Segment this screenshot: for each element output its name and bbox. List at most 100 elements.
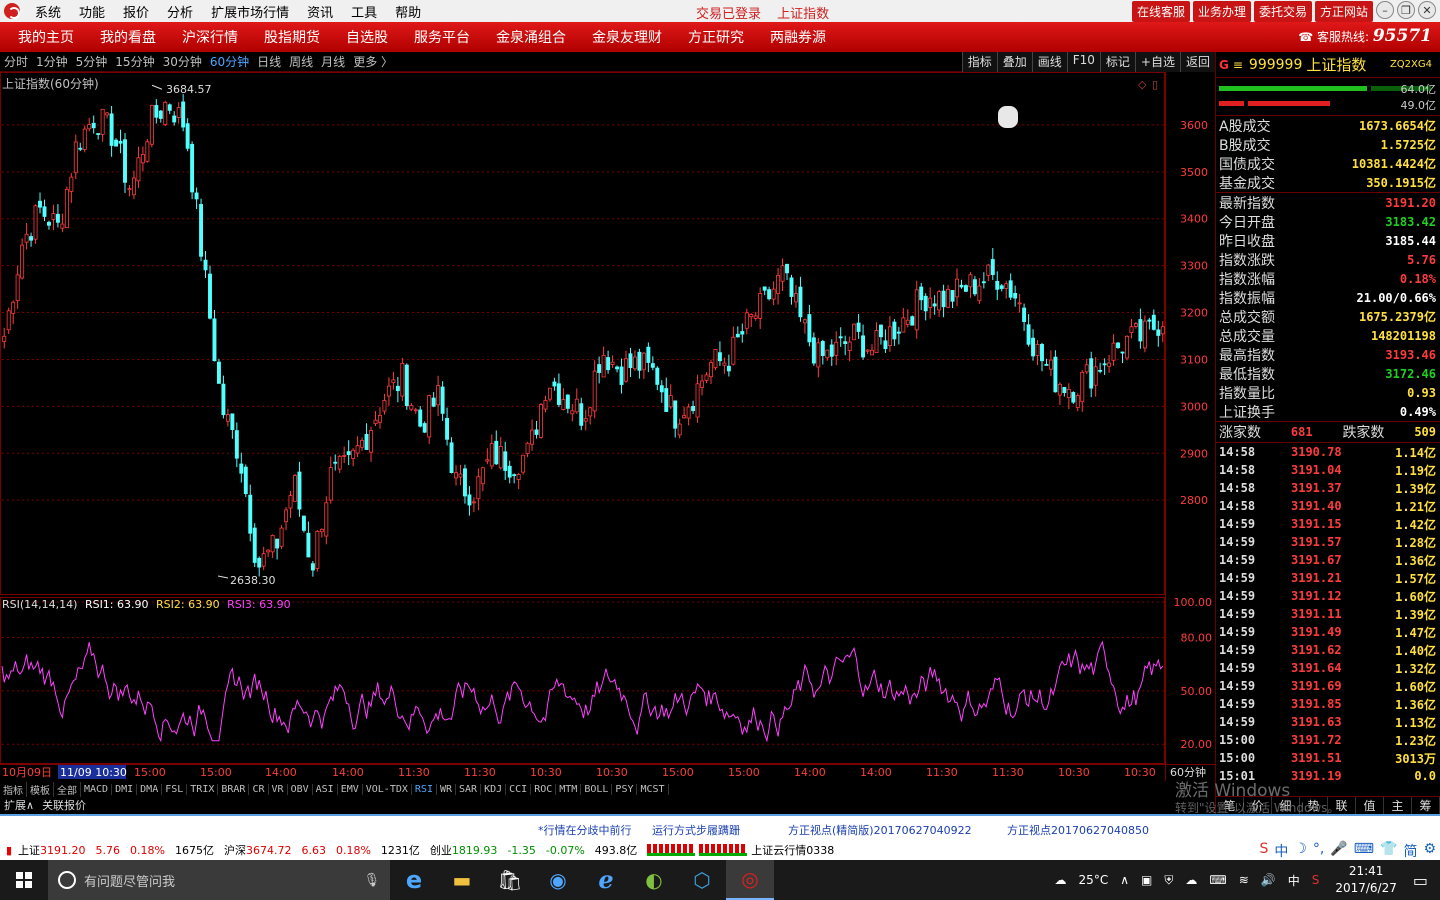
- news-item[interactable]: 方正视点20170627040850: [1007, 822, 1149, 838]
- indicator-tab-macd[interactable]: MACD: [81, 783, 113, 795]
- ime-keyboard-icon[interactable]: ⌨: [1354, 841, 1374, 861]
- windows-start-icon[interactable]: [0, 860, 48, 900]
- news-item[interactable]: 方正视点(精简版)20170627040922: [788, 822, 972, 838]
- nav-service[interactable]: 服务平台: [396, 27, 470, 47]
- ime-app-icon[interactable]: S: [1312, 873, 1320, 887]
- related-quote-tab[interactable]: 关联报价: [38, 797, 90, 813]
- app-network-icon[interactable]: ⬡: [678, 860, 726, 900]
- wifi-icon[interactable]: ≋: [1239, 873, 1249, 887]
- indicator-tab-wr[interactable]: WR: [437, 783, 457, 795]
- menu-ext-market[interactable]: 扩展市场行情: [202, 2, 298, 21]
- nav-portfolio[interactable]: 金泉涌组合: [478, 27, 566, 47]
- founder-app-icon[interactable]: ◎: [726, 860, 774, 900]
- edge-icon[interactable]: e: [390, 860, 438, 900]
- store-icon[interactable]: 🛍: [486, 860, 534, 900]
- ime-settings-icon[interactable]: ⚙: [1423, 841, 1436, 861]
- period-month[interactable]: 月线: [317, 53, 349, 70]
- nav-favorites[interactable]: 自选股: [328, 27, 388, 47]
- security-icon[interactable]: ⛨: [1164, 873, 1173, 888]
- ime-indicator[interactable]: 中: [1288, 872, 1300, 889]
- indicator-tab-sar[interactable]: SAR: [456, 783, 482, 795]
- period-1min[interactable]: 1分钟: [32, 53, 72, 70]
- volume-icon[interactable]: 🔊: [1261, 873, 1276, 887]
- menu-system[interactable]: 系统: [26, 2, 70, 21]
- tool-indicator[interactable]: 指标: [961, 52, 997, 72]
- period-30min[interactable]: 30分钟: [159, 53, 206, 70]
- indicator-tab-brar[interactable]: BRAR: [218, 783, 250, 795]
- clock[interactable]: 21:41 2017/6/27: [1335, 863, 1397, 897]
- ime-moon-icon[interactable]: ☽: [1294, 841, 1307, 861]
- news-item[interactable]: 运行方式步履蹒跚: [652, 822, 740, 838]
- tool-f10[interactable]: F10: [1066, 52, 1100, 72]
- ime-punct-icon[interactable]: °,: [1313, 841, 1324, 861]
- nav-margin[interactable]: 两融券源: [752, 27, 826, 47]
- ime-chinese-icon[interactable]: 中: [1274, 841, 1288, 861]
- indicator-tab-boll[interactable]: BOLL: [581, 783, 613, 795]
- microphone-icon[interactable]: 🎙: [363, 873, 380, 888]
- minimize-icon[interactable]: –: [1376, 1, 1394, 19]
- cortana-search[interactable]: 有问题尽管问我 🎙: [48, 860, 390, 900]
- ie-icon[interactable]: ℯ: [582, 860, 630, 900]
- nav-market[interactable]: 沪深行情: [164, 27, 238, 47]
- news-item[interactable]: *行情在分歧中前行: [538, 822, 632, 838]
- menu-tools[interactable]: 工具: [342, 2, 386, 21]
- panel-tab[interactable]: 筹: [1412, 797, 1440, 814]
- indicator-tab-cci[interactable]: CCI: [506, 783, 532, 795]
- menu-quote[interactable]: 报价: [114, 2, 158, 21]
- panel-tab[interactable]: 值: [1356, 797, 1384, 814]
- keyboard-icon[interactable]: ⌨: [1209, 873, 1226, 887]
- menu-info[interactable]: 资讯: [298, 2, 342, 21]
- app-green-icon[interactable]: ◐: [630, 860, 678, 900]
- trade-button[interactable]: 委托交易: [1253, 1, 1312, 22]
- ime-simplified-icon[interactable]: 简: [1403, 841, 1417, 861]
- restore-icon[interactable]: ❐: [1397, 1, 1415, 19]
- nav-watch[interactable]: 我的看盘: [82, 27, 156, 47]
- indicator-tab-asi[interactable]: ASI: [313, 783, 338, 795]
- nav-futures[interactable]: 股指期货: [246, 27, 320, 47]
- menu-analysis[interactable]: 分析: [158, 2, 202, 21]
- nav-home[interactable]: 我的主页: [0, 27, 74, 47]
- period-week[interactable]: 周线: [285, 53, 317, 70]
- indicator-tab-rsi[interactable]: RSI: [412, 783, 437, 795]
- notification-icon[interactable]: ▭: [1413, 871, 1428, 890]
- indicator-tab-kdj[interactable]: KDJ: [481, 783, 507, 795]
- indicator-tab-vol-tdx[interactable]: VOL-TDX: [363, 783, 412, 795]
- indicator-tab-emv[interactable]: EMV: [338, 783, 363, 795]
- indicator-tab-dmi[interactable]: DMI: [112, 783, 138, 795]
- ime-voice-icon[interactable]: 🎤: [1330, 841, 1347, 861]
- indicator-tab-mtm[interactable]: MTM: [556, 783, 582, 795]
- indicator-tab-psy[interactable]: PSY: [612, 783, 638, 795]
- kline-chart[interactable]: 3600 3500 3400 3300 3200 3100 3000 2900 2800 100.…: [0, 72, 1215, 782]
- ime-skin-icon[interactable]: 👕: [1380, 841, 1397, 861]
- period-day[interactable]: 日线: [253, 53, 285, 70]
- tray-expand-icon[interactable]: ∧: [1120, 873, 1129, 887]
- period-15min[interactable]: 15分钟: [111, 53, 158, 70]
- tool-mark[interactable]: 标记: [1099, 52, 1135, 72]
- period-more[interactable]: 更多 〉: [349, 53, 397, 70]
- browser-icon[interactable]: ◉: [534, 860, 582, 900]
- cloud-icon[interactable]: ☁: [1185, 873, 1197, 887]
- close-icon[interactable]: ✕: [1418, 1, 1436, 19]
- tool-overlay[interactable]: 叠加: [996, 52, 1032, 72]
- tool-back[interactable]: 返回: [1179, 52, 1215, 72]
- indicator-tab-obv[interactable]: OBV: [288, 783, 313, 795]
- period-5min[interactable]: 5分钟: [72, 53, 112, 70]
- period-60min[interactable]: 60分钟: [206, 53, 253, 70]
- indicator-tab-vr[interactable]: VR: [269, 783, 288, 795]
- indicator-tab-模板[interactable]: 模板: [27, 781, 54, 797]
- cloud-quote[interactable]: 上证云行情0338: [751, 842, 834, 858]
- indicator-tab-dma[interactable]: DMA: [137, 783, 163, 795]
- menu-icon[interactable]: ≡: [1233, 58, 1243, 72]
- indicator-tab-fsl[interactable]: FSL: [162, 783, 188, 795]
- indicator-tab-cr[interactable]: CR: [249, 783, 269, 795]
- ime-logo-icon[interactable]: S: [1259, 841, 1268, 861]
- tray-app-icon[interactable]: ▣: [1141, 873, 1152, 887]
- file-explorer-icon[interactable]: ▬: [438, 860, 486, 900]
- expand-tab[interactable]: 扩展∧: [0, 797, 38, 813]
- menu-help[interactable]: 帮助: [386, 2, 430, 21]
- indicator-tab-全部[interactable]: 全部: [54, 781, 81, 797]
- tool-draw[interactable]: 画线: [1031, 52, 1067, 72]
- tick-list[interactable]: 14:58 3190.78 1.14亿 14:58 3191.04 1.19亿 14:58 3…: [1216, 443, 1440, 785]
- chart-area[interactable]: 3600 3500 3400 3300 3200 3100 3000 2900 2800 100.…: [0, 72, 1215, 782]
- period-tick[interactable]: 分时: [0, 53, 32, 70]
